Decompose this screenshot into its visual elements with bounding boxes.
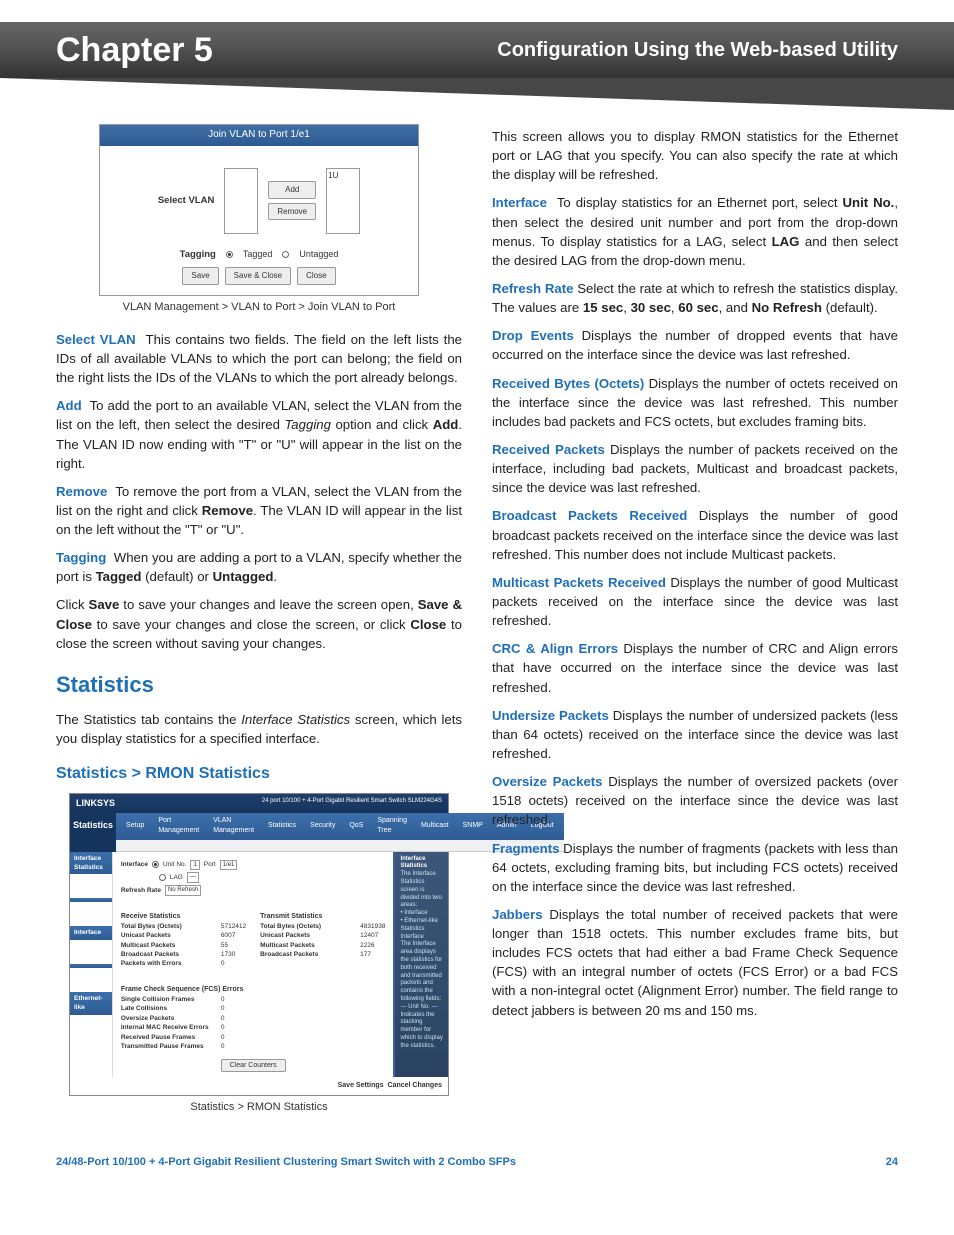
heading-rmon: Statistics > RMON Statistics [56, 762, 462, 785]
fig2-side-item[interactable]: Ethernet-like [70, 992, 112, 1015]
term-undersize: Undersize Packets [492, 708, 609, 723]
fig2-stat-row: Single Collision Frames0 [121, 995, 386, 1004]
fig2-lag-radio[interactable] [159, 874, 166, 881]
fig1-tagged-text: Tagged [243, 248, 273, 261]
fig2-stat-row: Internal MAC Receive Errors0 [121, 1023, 386, 1032]
term-received-bytes: Received Bytes (Octets) [492, 376, 644, 391]
fig2-save-settings[interactable]: Save Settings [338, 1081, 384, 1091]
fig2-stat-row: Received Pause Frames0 [121, 1033, 386, 1042]
fig2-sidebar: Interface Statistics Interface Ethernet-li… [70, 852, 113, 1077]
right-column: This screen allows you to display RMON s… [492, 118, 898, 1130]
fig2-unit-radio[interactable] [152, 861, 159, 868]
fig2-cancel-changes[interactable]: Cancel Changes [388, 1081, 442, 1091]
fig1-left-list[interactable] [224, 168, 258, 234]
fig2-nav-tab[interactable]: Spanning Tree [373, 815, 411, 837]
footer-page-number: 24 [886, 1156, 898, 1168]
fig2-nav-tab[interactable]: SNMP [459, 820, 487, 832]
fig2-side-item[interactable] [70, 964, 112, 968]
fig2-nav-tab[interactable]: Security [306, 820, 339, 832]
fig2-stat-row: Packets with Errors0 [121, 959, 246, 968]
fig2-main: Interface Unit No. 1 Port 1/e1 LAG — [113, 852, 394, 1077]
fig2-stat-row: Multicast Packets2226 [260, 941, 385, 950]
fig2-nav-tab[interactable]: VLAN Management [209, 815, 258, 837]
fig2-port-select[interactable]: 1/e1 [220, 860, 238, 871]
fig1-caption: VLAN Management > VLAN to Port > Join VL… [56, 300, 462, 316]
fig2-stat-row: Late Collisions0 [121, 1004, 386, 1013]
footer-product: 24/48-Port 10/100 + 4-Port Gigabit Resil… [56, 1156, 516, 1168]
fig2-nav-tab[interactable]: Port Management [154, 815, 203, 837]
fig2-stat-row: Multicast Packets55 [121, 941, 246, 950]
fig1-save-button[interactable]: Save [182, 267, 218, 285]
term-refresh-rate: Refresh Rate [492, 281, 573, 296]
fig2-side-item[interactable]: Interface Statistics [70, 852, 112, 875]
fig2-nav-tab[interactable]: Multicast [417, 820, 453, 832]
fig2-stat-row: Total Bytes (Octets)5712412 [121, 922, 246, 931]
fig2-help-panel: Interface Statistics The Interface Stati… [393, 852, 448, 1077]
fig2-lag-select[interactable]: — [187, 872, 199, 883]
term-jabbers: Jabbers [492, 907, 543, 922]
section-title: Configuration Using the Web-based Utilit… [497, 39, 898, 62]
term-crc-align: CRC & Align Errors [492, 641, 618, 656]
term-select-vlan: Select VLAN [56, 332, 136, 347]
fig1-saveclose-button[interactable]: Save & Close [225, 267, 291, 285]
right-intro: This screen allows you to display RMON s… [492, 127, 898, 184]
fig2-nav-tab[interactable]: Statistics [264, 820, 300, 832]
left-column: Join VLAN to Port 1/e1 Select VLAN Add R… [56, 118, 462, 1130]
fig2-side-item[interactable] [70, 898, 112, 902]
fig1-tagged-radio[interactable] [226, 251, 233, 258]
page-footer: 24/48-Port 10/100 + 4-Port Gigabit Resil… [56, 1156, 898, 1168]
term-broadcast-packets: Broadcast Packets Received [492, 508, 687, 523]
fig1-title: Join VLAN to Port 1/e1 [100, 125, 418, 146]
fig2-nav-tab[interactable]: Setup [122, 820, 148, 832]
fig2-unit-select[interactable]: 1 [190, 860, 199, 871]
fig2-stat-row: Unicast Packets6007 [121, 931, 246, 940]
figure-join-vlan: Join VLAN to Port 1/e1 Select VLAN Add R… [99, 124, 419, 296]
term-remove: Remove [56, 484, 107, 499]
fig2-refresh-select[interactable]: No Refresh [165, 885, 201, 896]
fig2-model: 24 port 10/100 + 4-Port Gigabit Resilien… [262, 797, 442, 806]
fig2-side-item[interactable]: Interface [70, 926, 112, 939]
fig1-label: Select VLAN [158, 194, 215, 208]
fig2-nav-tab[interactable]: QoS [345, 820, 367, 832]
fig1-untagged-radio[interactable] [282, 251, 289, 258]
fig1-right-list[interactable]: 1U [326, 168, 360, 234]
fig2-side-tab: Statistics [70, 813, 116, 851]
fig1-remove-button[interactable]: Remove [268, 203, 316, 221]
term-tagging: Tagging [56, 550, 106, 565]
page-header: Chapter 5 Configuration Using the Web-ba… [56, 22, 898, 78]
fig2-stat-row: Oversize Packets0 [121, 1014, 386, 1023]
fig2-stat-row: Unicast Packets12407 [260, 931, 385, 940]
heading-statistics: Statistics [56, 669, 462, 701]
term-drop-events: Drop Events [492, 328, 574, 343]
fig2-clear-button[interactable]: Clear Counters [221, 1059, 286, 1072]
fig1-untagged-text: Untagged [299, 248, 338, 261]
fig2-stat-row: Transmitted Pause Frames0 [121, 1042, 386, 1051]
fig2-stat-row: Total Bytes (Octets)4831938 [260, 922, 385, 931]
fig2-stat-row: Broadcast Packets177 [260, 950, 385, 959]
term-oversize: Oversize Packets [492, 774, 603, 789]
term-interface: Interface [492, 195, 547, 210]
fig1-tagging-label: Tagging [180, 248, 216, 262]
fig2-caption: Statistics > RMON Statistics [56, 1100, 462, 1116]
term-multicast-packets: Multicast Packets Received [492, 575, 666, 590]
term-received-packets: Received Packets [492, 442, 605, 457]
fig1-close-button[interactable]: Close [297, 267, 335, 285]
fig2-brand: LINKSYS [76, 798, 115, 808]
fig2-stat-row: Broadcast Packets1730 [121, 950, 246, 959]
chapter-title: Chapter 5 [56, 31, 213, 70]
figure-rmon-stats: LINKSYS 24 port 10/100 + 4-Port Gigabit … [69, 793, 449, 1096]
term-fragments: Fragments [492, 841, 559, 856]
fig1-add-button[interactable]: Add [268, 181, 316, 199]
term-add: Add [56, 398, 82, 413]
